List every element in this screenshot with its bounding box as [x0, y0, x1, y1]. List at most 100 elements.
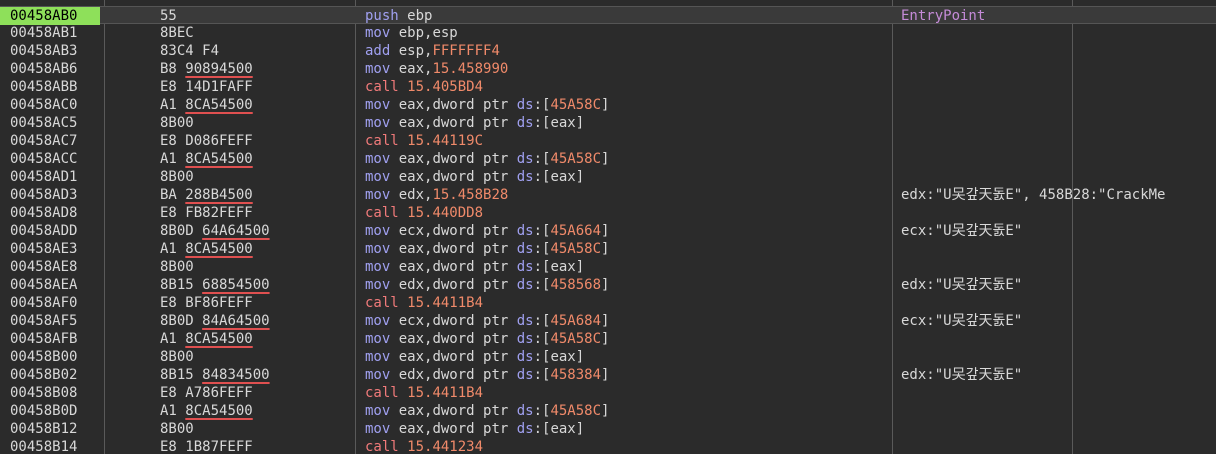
address[interactable]: 00458AB6 [10, 60, 102, 78]
disassembly-text: mov eax,dword ptr ds:[eax] [365, 169, 585, 185]
address[interactable]: 00458B12 [10, 420, 102, 438]
instruction-row[interactable]: 00458AB1 8BEC mov ebp,esp [0, 24, 1216, 42]
address[interactable]: 00458AD3 [10, 186, 102, 204]
disassembly-view[interactable]: 00458AB0 55 push ebp EntryPoint 00458AB1 8BEC… [0, 0, 1216, 454]
opcode-bytes: BA 288B4500 [160, 187, 253, 203]
address[interactable]: 00458AD8 [10, 204, 102, 222]
instruction-row[interactable]: 00458AFB A1 8CA54500 mov eax,dword ptr ds:… [0, 330, 1216, 348]
disassembly-text: add esp,FFFFFFF4 [365, 43, 500, 59]
instruction-row[interactable]: 00458ADD 8B0D 64A64500 mov ecx,dword ptr d… [0, 222, 1216, 240]
opcode-bytes: 8B0D 84A64500 [160, 313, 270, 329]
instruction-row[interactable]: 00458AD8 E8 FB82FEFF call 15.440DD8 [0, 204, 1216, 222]
address[interactable]: 00458AF0 [10, 294, 102, 312]
comment [901, 402, 1216, 420]
instruction-row[interactable]: 00458AD1 8B00 mov eax,dword ptr ds:[eax] [0, 168, 1216, 186]
comment [901, 384, 1216, 402]
comment [901, 258, 1216, 276]
comment [901, 330, 1216, 348]
opcode-bytes: 8B00 [160, 421, 194, 437]
disassembly-text: push ebp [365, 8, 433, 24]
instruction-row[interactable]: 00458AB3 83C4 F4 add esp,FFFFFFF4 [0, 42, 1216, 60]
comment: edx:"U㕦갚天돐E", 458B28:"CrackMe [901, 187, 1166, 203]
address[interactable]: 00458AC0 [10, 96, 102, 114]
opcode-bytes: E8 BF86FEFF [160, 295, 253, 311]
address[interactable]: 00458AF5 [10, 312, 102, 330]
opcode-bytes: E8 A786FEFF [160, 385, 253, 401]
comment [901, 42, 1216, 60]
comment: edx:"U㕦갚天돐E" [901, 367, 1023, 383]
instruction-row[interactable]: 00458AD3 BA 288B4500 mov edx,15.458B28 edx:… [0, 186, 1216, 204]
opcode-bytes: A1 8CA54500 [160, 331, 253, 347]
opcode-bytes: 8B00 [160, 115, 194, 131]
address[interactable]: 00458B02 [10, 366, 102, 384]
comment: ecx:"U㕦갚天돐E" [901, 223, 1023, 239]
disassembly-text: call 15.441234 [365, 439, 484, 454]
disassembly-text: call 15.4411B4 [365, 295, 484, 311]
disassembly-text: mov eax,dword ptr ds:[eax] [365, 259, 585, 275]
instruction-row[interactable]: 00458B14 E8 1B87FEFF call 15.441234 [0, 438, 1216, 454]
disassembly-text: mov eax,dword ptr ds:[eax] [365, 115, 585, 131]
address[interactable]: 00458AB0 [10, 7, 102, 25]
instruction-row[interactable]: 00458AB6 B8 90894500 mov eax,15.458990 [0, 60, 1216, 78]
disassembly-text: mov eax,dword ptr ds:[45A58C] [365, 151, 610, 167]
current-instruction-row[interactable]: 00458AB0 55 push ebp EntryPoint [0, 6, 1216, 25]
address[interactable]: 00458AE3 [10, 240, 102, 258]
instruction-row[interactable]: 00458AE8 8B00 mov eax,dword ptr ds:[eax] [0, 258, 1216, 276]
address[interactable]: 00458AC5 [10, 114, 102, 132]
opcode-bytes: A1 8CA54500 [160, 151, 253, 167]
disassembly-text: mov edx,dword ptr ds:[458384] [365, 367, 610, 383]
opcode-bytes: 8B00 [160, 169, 194, 185]
instruction-row[interactable]: 00458ACC A1 8CA54500 mov eax,dword ptr ds:… [0, 150, 1216, 168]
address[interactable]: 00458ABB [10, 78, 102, 96]
instruction-row[interactable]: 00458AC0 A1 8CA54500 mov eax,dword ptr ds:… [0, 96, 1216, 114]
instruction-row[interactable]: 00458AC7 E8 D086FEFF call 15.44119C [0, 132, 1216, 150]
address[interactable]: 00458AC7 [10, 132, 102, 150]
instruction-row[interactable]: 00458B02 8B15 84834500 mov edx,dword ptr d… [0, 366, 1216, 384]
disassembly-text: call 15.405BD4 [365, 79, 484, 95]
instruction-row[interactable]: 00458AF0 E8 BF86FEFF call 15.4411B4 [0, 294, 1216, 312]
instruction-row[interactable]: 00458B0D A1 8CA54500 mov eax,dword ptr ds:… [0, 402, 1216, 420]
comment: edx:"U㕦갚天돐E" [901, 277, 1023, 293]
opcode-bytes: A1 8CA54500 [160, 241, 253, 257]
opcode-bytes: 8B15 84834500 [160, 367, 270, 383]
instruction-row[interactable]: 00458ABB E8 14D1FAFF call 15.405BD4 [0, 78, 1216, 96]
opcode-bytes: 8B0D 64A64500 [160, 223, 270, 239]
disassembly-text: call 15.440DD8 [365, 205, 484, 221]
address[interactable]: 00458ACC [10, 150, 102, 168]
comment [901, 78, 1216, 96]
disassembly-text: call 15.44119C [365, 133, 484, 149]
disassembly-text: call 15.4411B4 [365, 385, 484, 401]
opcode-bytes: B8 90894500 [160, 61, 253, 77]
disassembly-text: mov ebp,esp [365, 25, 458, 41]
address[interactable]: 00458B08 [10, 384, 102, 402]
instruction-row[interactable]: 00458B00 8B00 mov eax,dword ptr ds:[eax] [0, 348, 1216, 366]
disassembly-text: mov eax,dword ptr ds:[45A58C] [365, 331, 610, 347]
address[interactable]: 00458ADD [10, 222, 102, 240]
disassembly-text: mov ecx,dword ptr ds:[45A664] [365, 223, 610, 239]
address[interactable]: 00458AD1 [10, 168, 102, 186]
address[interactable]: 00458B14 [10, 438, 102, 454]
comment [901, 348, 1216, 366]
comment [901, 132, 1216, 150]
comment [901, 60, 1216, 78]
disassembly-text: mov eax,dword ptr ds:[45A58C] [365, 403, 610, 419]
address[interactable]: 00458AE8 [10, 258, 102, 276]
instruction-row[interactable]: 00458AEA 8B15 68854500 mov edx,dword ptr d… [0, 276, 1216, 294]
comment [901, 438, 1216, 454]
instruction-row[interactable]: 00458AE3 A1 8CA54500 mov eax,dword ptr ds:… [0, 240, 1216, 258]
disassembly-text: mov eax,15.458990 [365, 61, 509, 77]
opcode-bytes: 8BEC [160, 25, 194, 41]
instruction-row[interactable]: 00458AF5 8B0D 84A64500 mov ecx,dword ptr d… [0, 312, 1216, 330]
instruction-row[interactable]: 00458AC5 8B00 mov eax,dword ptr ds:[eax] [0, 114, 1216, 132]
address[interactable]: 00458AB1 [10, 24, 102, 42]
address[interactable]: 00458B00 [10, 348, 102, 366]
address[interactable]: 00458AEA [10, 276, 102, 294]
opcode-bytes: 8B00 [160, 259, 194, 275]
instruction-row[interactable]: 00458B08 E8 A786FEFF call 15.4411B4 [0, 384, 1216, 402]
instruction-row[interactable]: 00458B12 8B00 mov eax,dword ptr ds:[eax] [0, 420, 1216, 438]
address[interactable]: 00458B0D [10, 402, 102, 420]
address[interactable]: 00458AFB [10, 330, 102, 348]
opcode-bytes: E8 D086FEFF [160, 133, 253, 149]
address[interactable]: 00458AB3 [10, 42, 102, 60]
opcode-bytes: A1 8CA54500 [160, 403, 253, 419]
